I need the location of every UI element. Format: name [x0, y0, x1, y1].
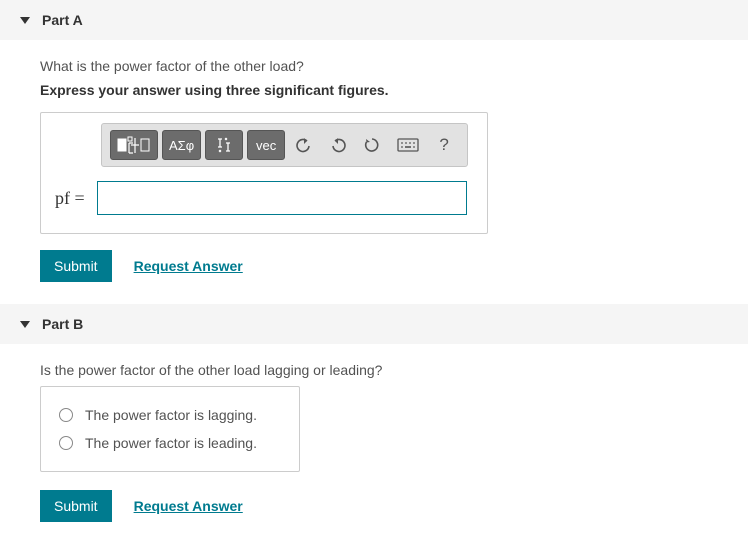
radio-option-leading[interactable]: The power factor is leading.	[59, 429, 281, 457]
part-b-actions: Submit Request Answer	[40, 490, 708, 522]
part-a-question: What is the power factor of the other lo…	[40, 58, 708, 74]
caret-down-icon[interactable]	[20, 321, 30, 328]
equation-toolbar: ΑΣφ vec	[101, 123, 468, 167]
vec-label: vec	[256, 138, 276, 153]
radio-circle-icon	[59, 436, 73, 450]
templates-button[interactable]	[110, 130, 158, 160]
scripts-button[interactable]	[205, 130, 243, 160]
templates-icon	[117, 136, 151, 154]
keyboard-button[interactable]	[391, 130, 425, 160]
undo-icon	[295, 136, 313, 154]
radio-box: The power factor is lagging. The power f…	[40, 386, 300, 472]
part-a-header[interactable]: Part A	[0, 0, 748, 40]
help-icon: ?	[439, 135, 448, 155]
caret-down-icon[interactable]	[20, 17, 30, 24]
part-b-header[interactable]: Part B	[0, 304, 748, 344]
part-b-title: Part B	[42, 316, 83, 332]
symbols-label: ΑΣφ	[169, 138, 194, 153]
part-a-body: What is the power factor of the other lo…	[0, 40, 748, 304]
submit-button-a[interactable]: Submit	[40, 250, 112, 282]
part-a-title: Part A	[42, 12, 83, 28]
undo-button[interactable]	[289, 130, 319, 160]
radio-label: The power factor is lagging.	[85, 407, 257, 423]
input-row: pf =	[55, 181, 473, 215]
part-b-question: Is the power factor of the other load la…	[40, 362, 708, 378]
answer-box: ΑΣφ vec	[40, 112, 488, 234]
reset-button[interactable]	[357, 130, 387, 160]
input-label: pf =	[55, 188, 85, 209]
scripts-icon	[215, 136, 233, 154]
part-a-instruction: Express your answer using three signific…	[40, 82, 708, 98]
help-button[interactable]: ?	[429, 130, 459, 160]
redo-icon	[329, 136, 347, 154]
symbols-button[interactable]: ΑΣφ	[162, 130, 201, 160]
reset-icon	[363, 136, 381, 154]
submit-button-b[interactable]: Submit	[40, 490, 112, 522]
request-answer-link-b[interactable]: Request Answer	[134, 498, 243, 514]
answer-input[interactable]	[97, 181, 467, 215]
radio-option-lagging[interactable]: The power factor is lagging.	[59, 401, 281, 429]
vec-button[interactable]: vec	[247, 130, 285, 160]
radio-label: The power factor is leading.	[85, 435, 257, 451]
radio-circle-icon	[59, 408, 73, 422]
part-a-actions: Submit Request Answer	[40, 250, 708, 282]
request-answer-link-a[interactable]: Request Answer	[134, 258, 243, 274]
part-b-body: Is the power factor of the other load la…	[0, 344, 748, 544]
keyboard-icon	[397, 138, 419, 152]
redo-button[interactable]	[323, 130, 353, 160]
